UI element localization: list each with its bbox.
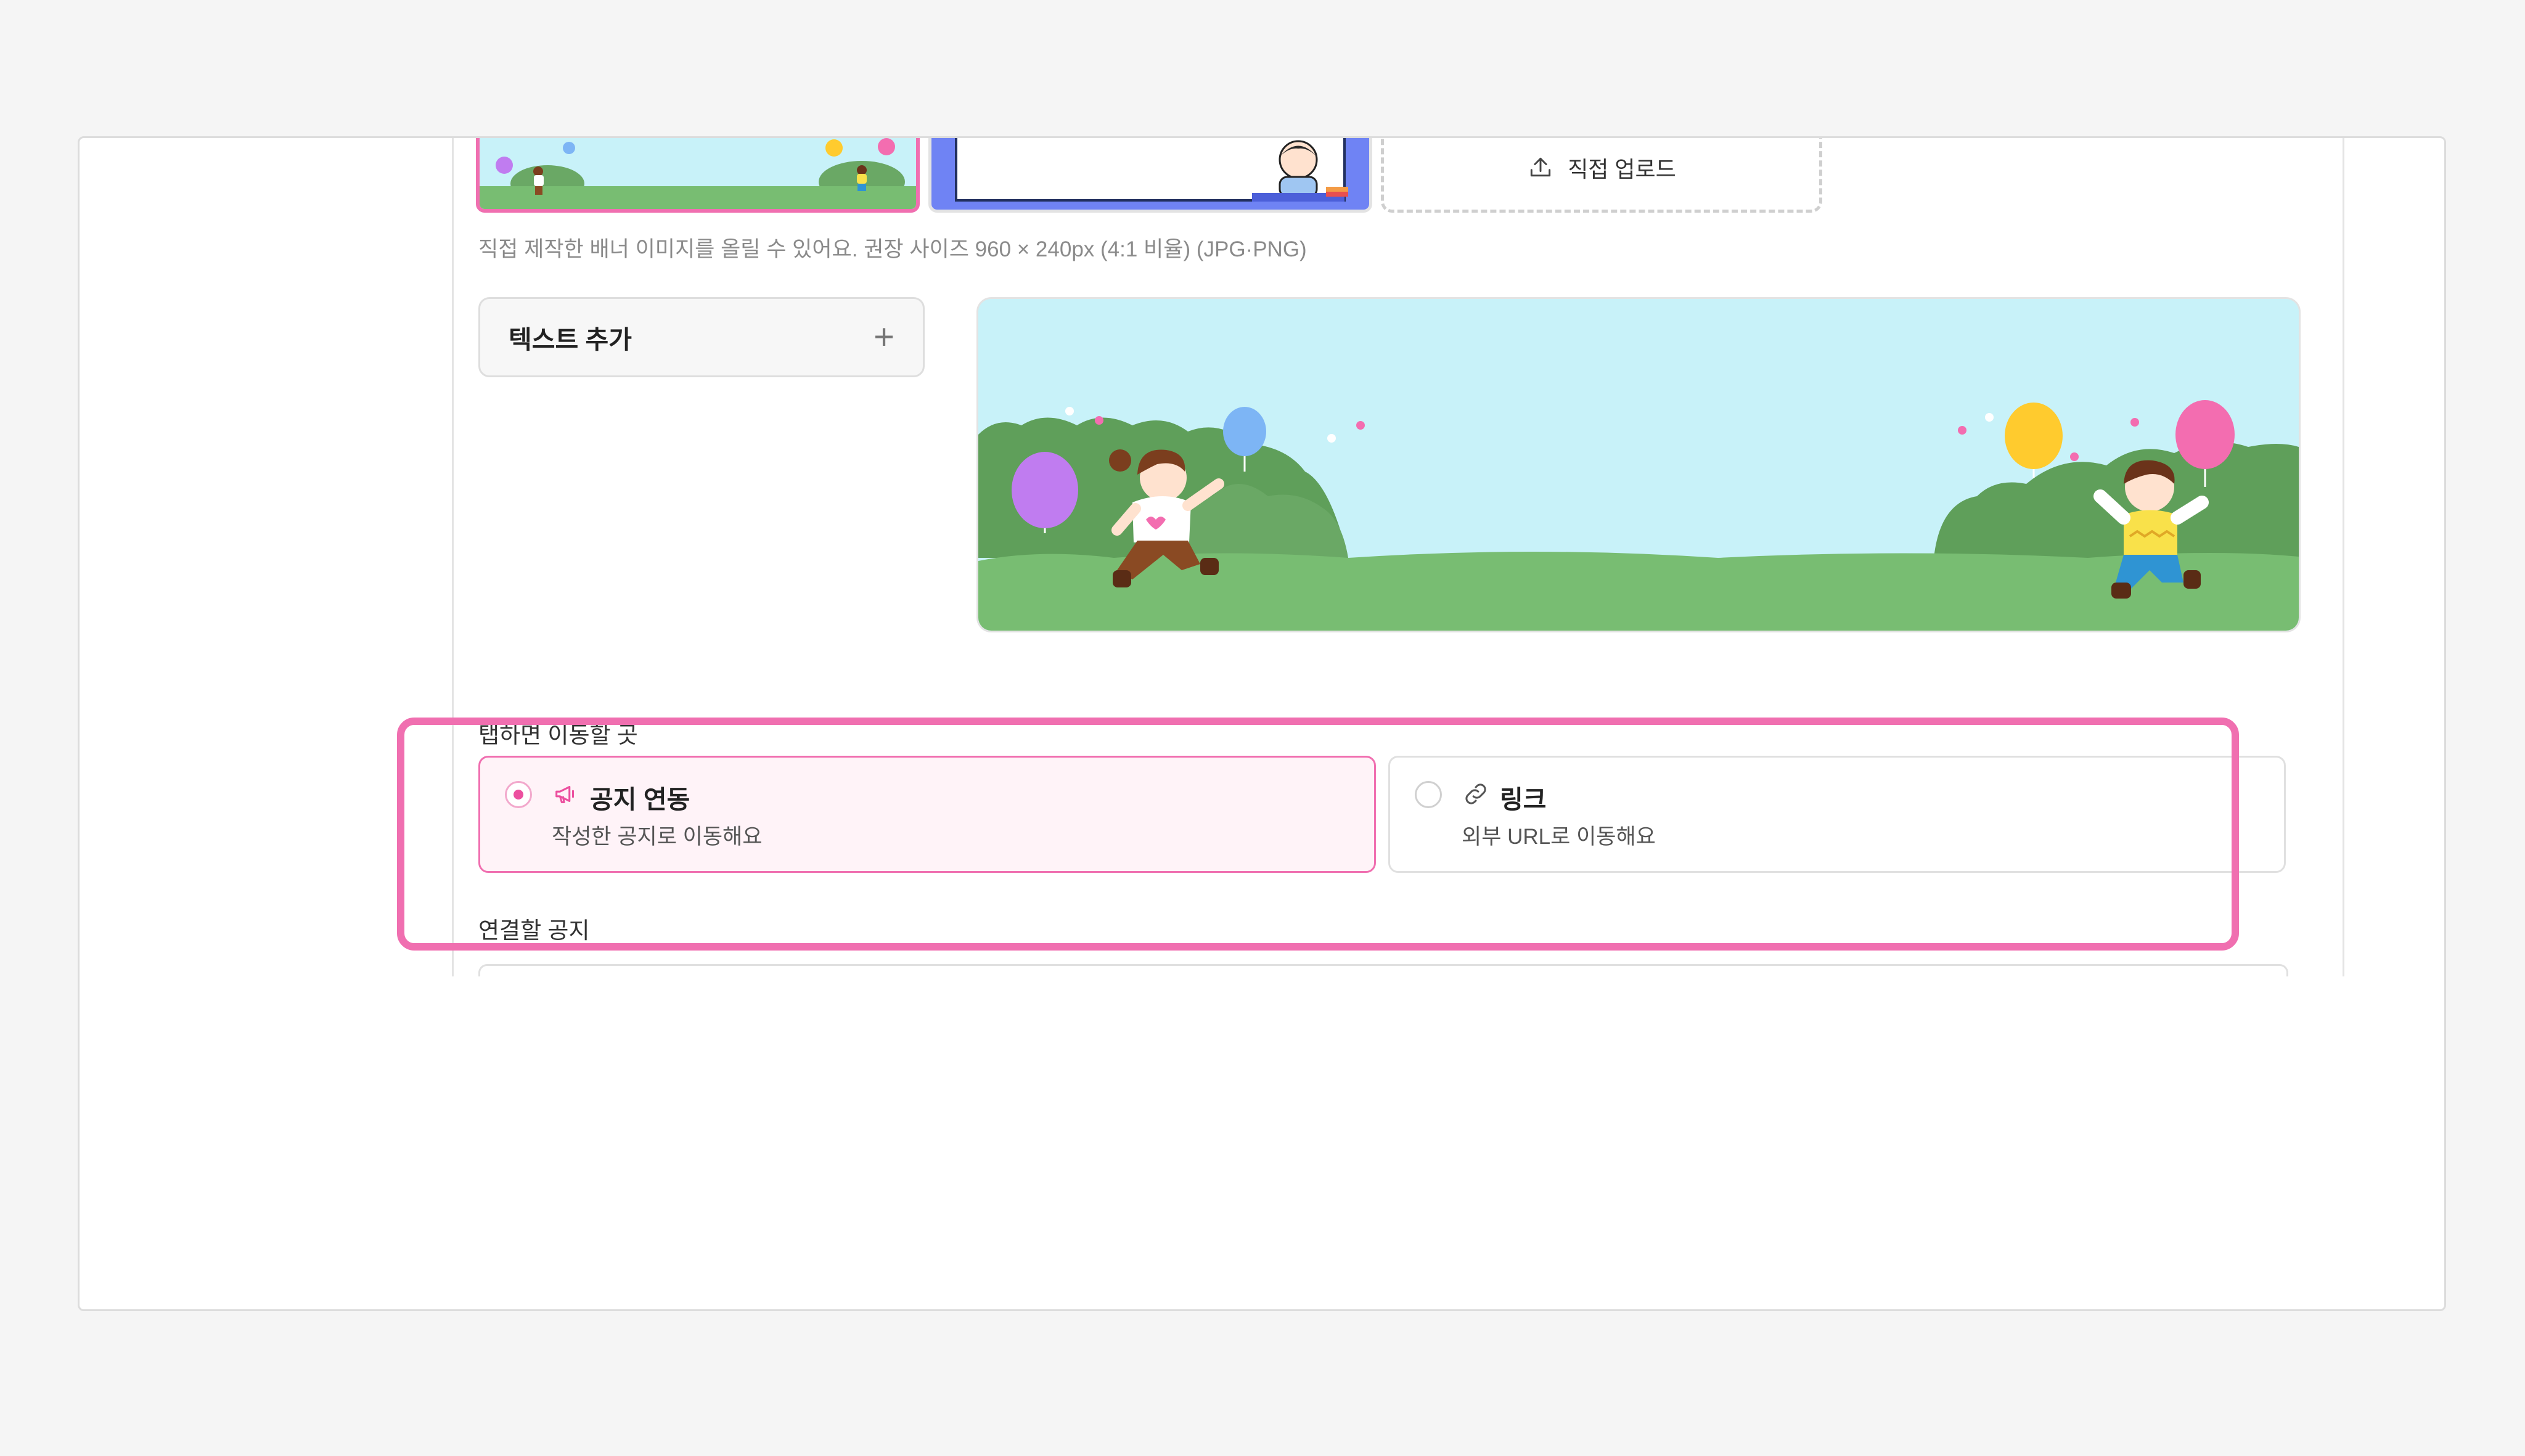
- link-destination-label: 탭하면 이동할 곳: [478, 722, 638, 748]
- direct-upload-label: 직접 업로드: [1568, 157, 1676, 182]
- direct-upload-button[interactable]: 직접 업로드: [1381, 138, 1822, 213]
- upload-icon: [1531, 157, 1551, 177]
- editor-panel: 직접 업로드 직접 제작한 배너 이미지를 올릴 수 있어요. 권장 사이즈 9…: [452, 138, 2344, 976]
- option-notice-link[interactable]: 공지 연동 작성한 공지로 이동해요: [478, 756, 1376, 873]
- banner-preview: [976, 297, 2301, 632]
- banner-template-thumbnail-2[interactable]: [928, 138, 1372, 213]
- add-text-button[interactable]: 텍스트 추가 +: [478, 297, 925, 377]
- banner-preview-image: [978, 299, 2299, 631]
- option-external-link-description: 외부 URL로 이동해요: [1462, 825, 1656, 849]
- radio-notice-link[interactable]: [505, 781, 532, 808]
- option-external-link[interactable]: 링크 외부 URL로 이동해요: [1388, 756, 2286, 873]
- option-external-link-title: 링크: [1500, 785, 1547, 814]
- balloon-scene-thumbnail-image: [480, 138, 916, 209]
- add-text-label: 텍스트 추가: [509, 325, 632, 354]
- megaphone-icon: [555, 785, 575, 803]
- link-icon: [1465, 783, 1486, 804]
- radio-external-link[interactable]: [1415, 781, 1442, 808]
- plus-icon: +: [874, 317, 894, 357]
- linked-notice-select[interactable]: [478, 964, 2288, 976]
- app-window: 직접 업로드 직접 제작한 배너 이미지를 올릴 수 있어요. 권장 사이즈 9…: [78, 136, 2446, 1311]
- option-notice-link-title: 공지 연동: [590, 785, 690, 814]
- linked-notice-label: 연결할 공지: [478, 918, 590, 943]
- upload-hint-text: 직접 제작한 배너 이미지를 올릴 수 있어요. 권장 사이즈 960 × 24…: [478, 237, 1307, 261]
- option-notice-link-description: 작성한 공지로 이동해요: [552, 825, 763, 849]
- study-scene-thumbnail-image: [931, 138, 1369, 210]
- banner-template-thumbnail-1[interactable]: [476, 138, 920, 213]
